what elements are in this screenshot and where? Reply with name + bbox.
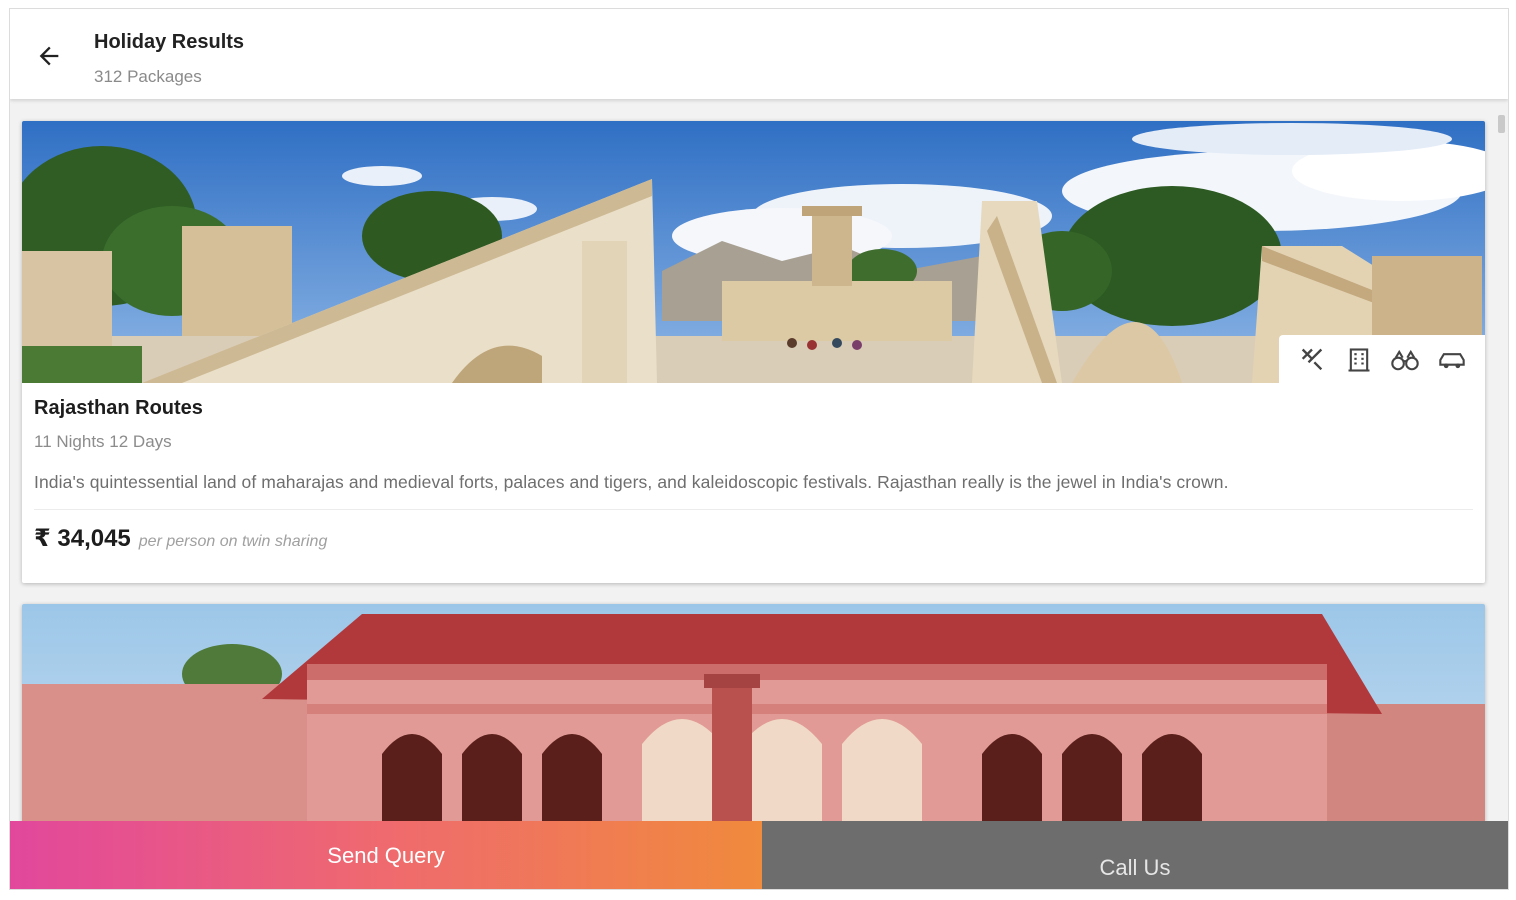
action-bar: Send Query Call Us (10, 821, 1508, 889)
package-details: Rajasthan Routes 11 Nights 12 Days India… (22, 383, 1485, 553)
hotel-icon (1343, 344, 1375, 376)
page-title: Holiday Results (94, 31, 245, 53)
package-count: 312 Packages (94, 67, 202, 86)
package-duration: 11 Nights 12 Days (34, 432, 172, 451)
package-price: ₹ 34,045 (34, 525, 131, 552)
call-us-button[interactable]: Call Us (762, 821, 1508, 889)
app-window: Holiday Results 312 Packages Rajasthan R… (9, 8, 1509, 890)
back-button[interactable] (32, 39, 66, 73)
divider (34, 509, 1473, 510)
package-image-city-palace (22, 604, 1485, 821)
amenities-bar (1279, 335, 1485, 383)
package-card[interactable]: Rajasthan Routes 11 Nights 12 Days India… (22, 121, 1485, 583)
meals-icon (1296, 344, 1328, 376)
send-query-button[interactable]: Send Query (10, 821, 762, 889)
arrow-left-icon (39, 46, 59, 66)
package-image-jantar-mantar (22, 121, 1485, 383)
package-card[interactable] (22, 604, 1485, 821)
transfer-car-icon (1436, 344, 1468, 376)
scrollbar-thumb[interactable] (1498, 115, 1505, 133)
results-list[interactable]: Rajasthan Routes 11 Nights 12 Days India… (10, 101, 1508, 821)
package-title[interactable]: Rajasthan Routes (34, 397, 1473, 420)
package-description: India's quintessential land of maharajas… (34, 472, 1229, 492)
price-note: per person on twin sharing (138, 533, 328, 550)
app-header: Holiday Results 312 Packages (10, 9, 1508, 99)
price-row: ₹ 34,045 per person on twin sharing (34, 524, 1473, 553)
sightseeing-icon (1389, 344, 1421, 376)
